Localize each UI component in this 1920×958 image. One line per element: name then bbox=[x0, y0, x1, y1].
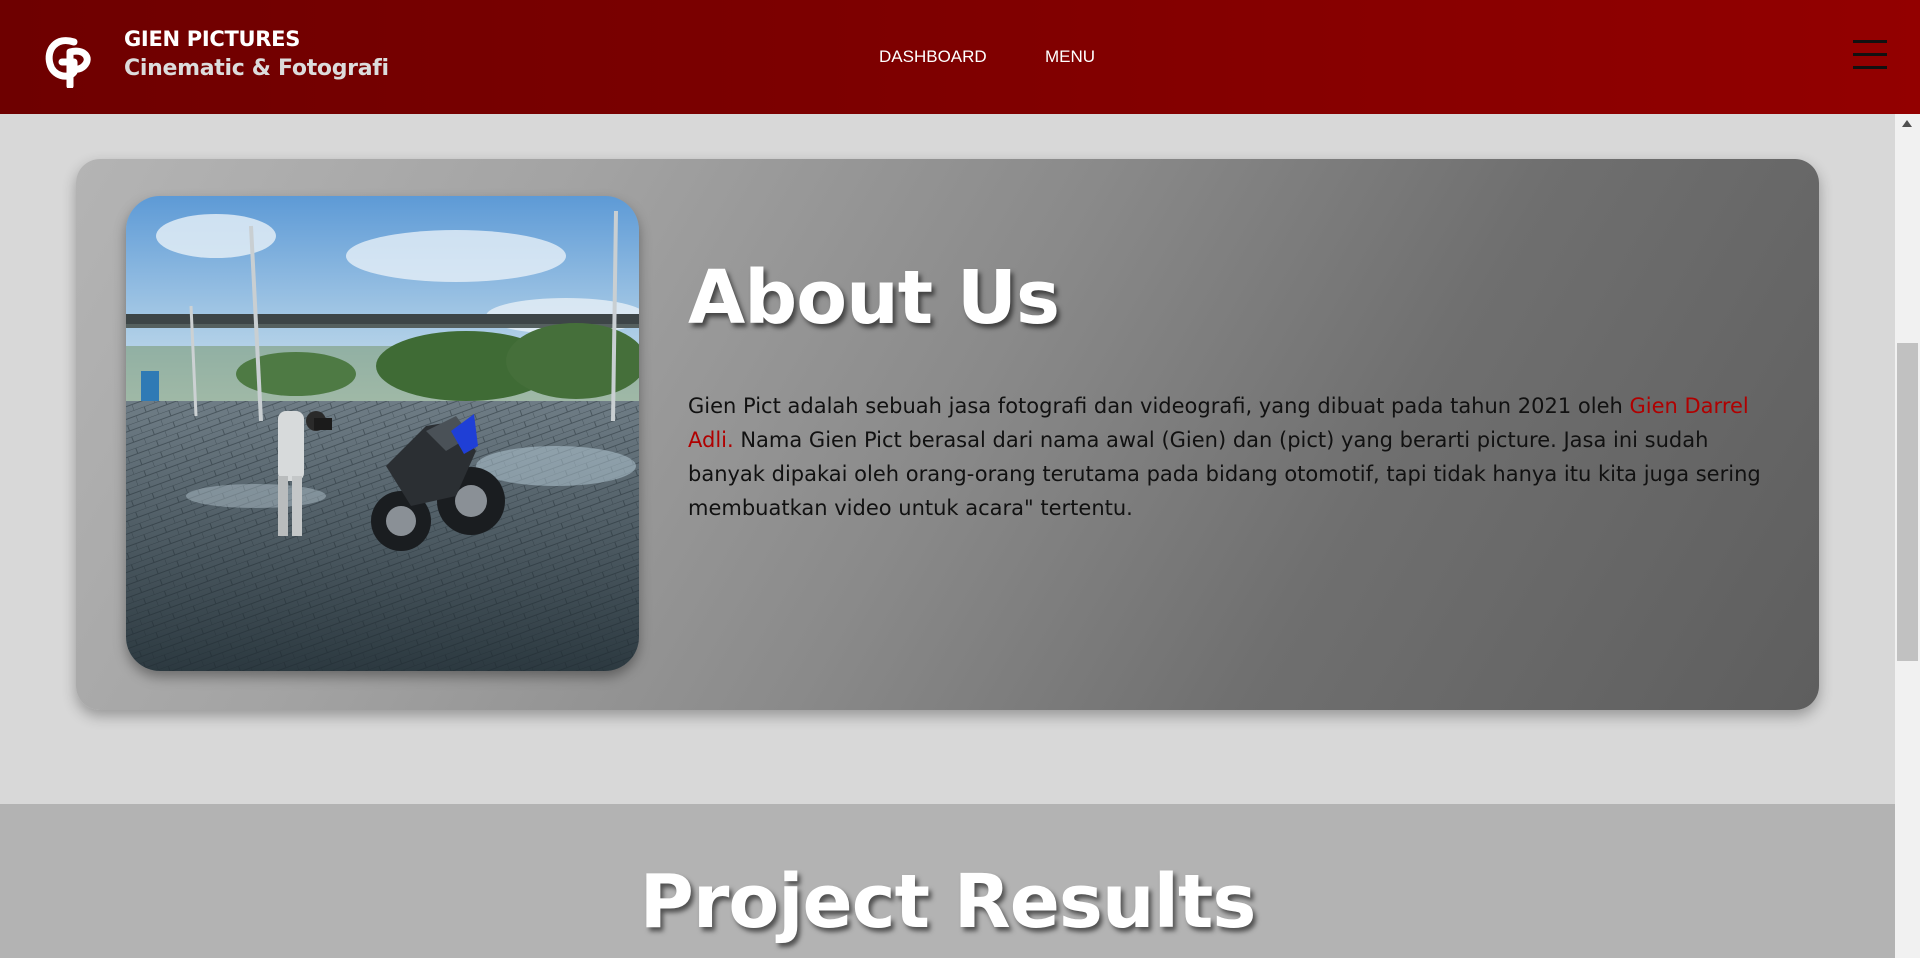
hamburger-icon[interactable] bbox=[1853, 38, 1887, 72]
site-header: GIEN PICTURES Cinematic & Fotografi DASH… bbox=[0, 0, 1920, 114]
about-us-card: About Us Gien Pict adalah sebuah jasa fo… bbox=[76, 159, 1819, 710]
brand-title: GIEN PICTURES bbox=[124, 27, 301, 51]
nav-menu-link[interactable]: MENU bbox=[1045, 47, 1095, 67]
gp-logo-icon[interactable] bbox=[44, 34, 92, 90]
scrollbar-thumb[interactable] bbox=[1897, 343, 1918, 661]
scroll-up-arrow-icon[interactable] bbox=[1902, 120, 1912, 127]
project-results-section: Project Results bbox=[0, 804, 1895, 958]
about-us-heading: About Us bbox=[688, 255, 1060, 341]
photographer-motorcycle-photo bbox=[126, 196, 639, 671]
brand-subtitle: Cinematic & Fotografi bbox=[124, 56, 389, 81]
vertical-scrollbar[interactable] bbox=[1895, 114, 1920, 958]
nav-dashboard-link[interactable]: DASHBOARD bbox=[879, 47, 987, 67]
about-text-end: Nama Gien Pict berasal dari nama awal (G… bbox=[688, 428, 1761, 520]
about-us-paragraph: Gien Pict adalah sebuah jasa fotografi d… bbox=[688, 389, 1768, 525]
project-results-heading: Project Results bbox=[639, 859, 1257, 945]
about-text-start: Gien Pict adalah sebuah jasa fotografi d… bbox=[688, 394, 1630, 418]
